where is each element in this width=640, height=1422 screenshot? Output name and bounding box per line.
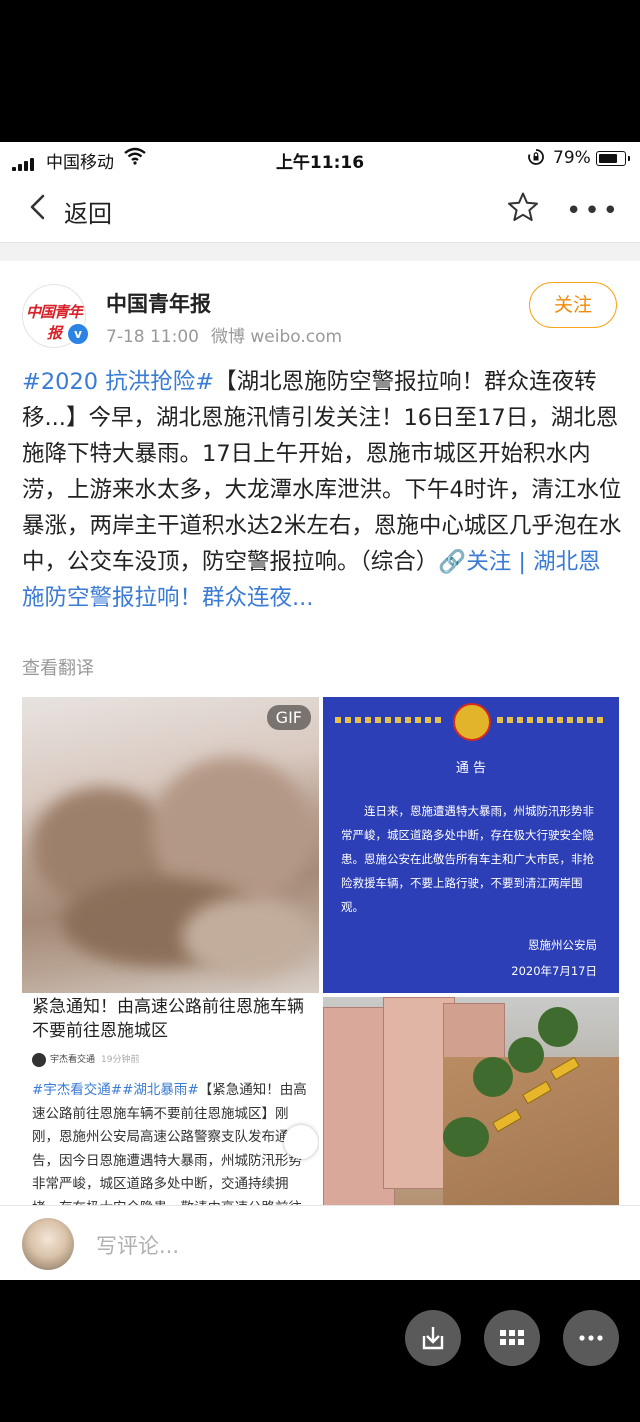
post-text: #2020 抗洪抢险#【湖北恩施防空警报拉响！群众连夜转移...】今早，湖北恩施… <box>22 364 622 616</box>
repost-account-name: 宇杰看交通 <box>50 1055 96 1065</box>
notice-date: 2020年7月17日 <box>511 964 597 978</box>
repost-headline: 紧急通知！由高速公路前往恩施车辆不要前往恩施城区 <box>32 997 304 1041</box>
verified-badge-icon: v <box>66 322 90 346</box>
download-button[interactable] <box>405 1310 461 1366</box>
section-divider <box>0 242 640 261</box>
comment-input[interactable]: 写评论... <box>96 1230 179 1260</box>
police-emblem-icon <box>453 703 491 741</box>
flood-gif-image[interactable]: GIF <box>22 697 319 993</box>
more-icon <box>579 1335 603 1341</box>
decorative-stripe <box>335 717 445 723</box>
post-source: 微博 weibo.com <box>210 327 343 347</box>
repost-time: 19分钟前 <box>101 1055 140 1065</box>
rotation-lock-icon <box>528 149 544 165</box>
repost-body: #宇杰看交通##湖北暴雨#【紧急通知！由高速公路前往恩施车辆不要前往恩施城区】刚… <box>32 1079 310 1205</box>
app-screen: 中国移动 上午11:16 79% 返回 ••• 中国青年报 v 中国青年报 7-… <box>0 142 640 1280</box>
tree <box>508 1037 544 1073</box>
grid-icon <box>500 1330 524 1345</box>
police-notice-image[interactable]: 通 告 连日来，恩施遭遇特大暴雨，州城防汛形势非常严峻，城区道路多处中断，存在极… <box>323 697 619 993</box>
star-icon[interactable] <box>506 190 540 224</box>
hashtag-link[interactable]: #2020 抗洪抢险# <box>22 369 214 395</box>
more-options-button[interactable] <box>563 1310 619 1366</box>
repost-screenshot-image[interactable]: 紧急通知！由高速公路前往恩施车辆不要前往恩施城区 宇杰看交通 19分钟前 #宇杰看… <box>22 997 319 1205</box>
author-name[interactable]: 中国青年报 <box>106 288 211 318</box>
post-meta: 7-18 11:00 微博 weibo.com <box>106 322 342 347</box>
floating-avatar-icon <box>284 1125 318 1159</box>
flooded-street-image[interactable] <box>323 997 619 1205</box>
tree <box>443 1117 489 1157</box>
tree <box>473 1057 513 1097</box>
back-button[interactable]: 返回 <box>64 194 112 229</box>
follow-button[interactable]: 关注 <box>529 282 617 328</box>
gif-badge: GIF <box>266 705 311 730</box>
notice-title: 通 告 <box>455 761 487 776</box>
more-icon[interactable]: ••• <box>566 196 621 226</box>
post-date: 7-18 11:00 <box>106 327 199 347</box>
download-icon <box>422 1327 444 1350</box>
decorative-stripe <box>497 717 607 723</box>
repost-body-text: 【紧急通知！由高速公路前往恩施车辆不要前往恩施城区】刚刚，恩施州公安局高速公路警… <box>32 1082 307 1205</box>
tree <box>538 1007 578 1047</box>
comment-bar: 写评论... <box>0 1205 640 1280</box>
my-avatar[interactable] <box>22 1218 74 1270</box>
grid-button[interactable] <box>484 1310 540 1366</box>
battery-icon <box>596 151 630 166</box>
repost-tags: #宇杰看交通##湖北暴雨# <box>32 1082 199 1098</box>
notice-org: 恩施州公安局 <box>528 938 597 952</box>
translate-link[interactable]: 查看翻译 <box>22 654 94 680</box>
battery-percent: 79% <box>553 148 591 168</box>
notice-body: 连日来，恩施遭遇特大暴雨，州城防汛形势非常严峻，城区道路多处中断，存在极大行驶安… <box>341 804 594 914</box>
post-body: 【湖北恩施防空警报拉响！群众连夜转移...】今早，湖北恩施汛情引发关注！16日至… <box>22 369 622 575</box>
repost-account: 宇杰看交通 19分钟前 <box>32 1052 139 1067</box>
repost-avatar <box>32 1052 46 1067</box>
nav-bar: 返回 ••• <box>0 174 640 242</box>
back-chevron-icon[interactable] <box>24 192 54 222</box>
status-bar: 中国移动 上午11:16 79% <box>0 142 640 174</box>
